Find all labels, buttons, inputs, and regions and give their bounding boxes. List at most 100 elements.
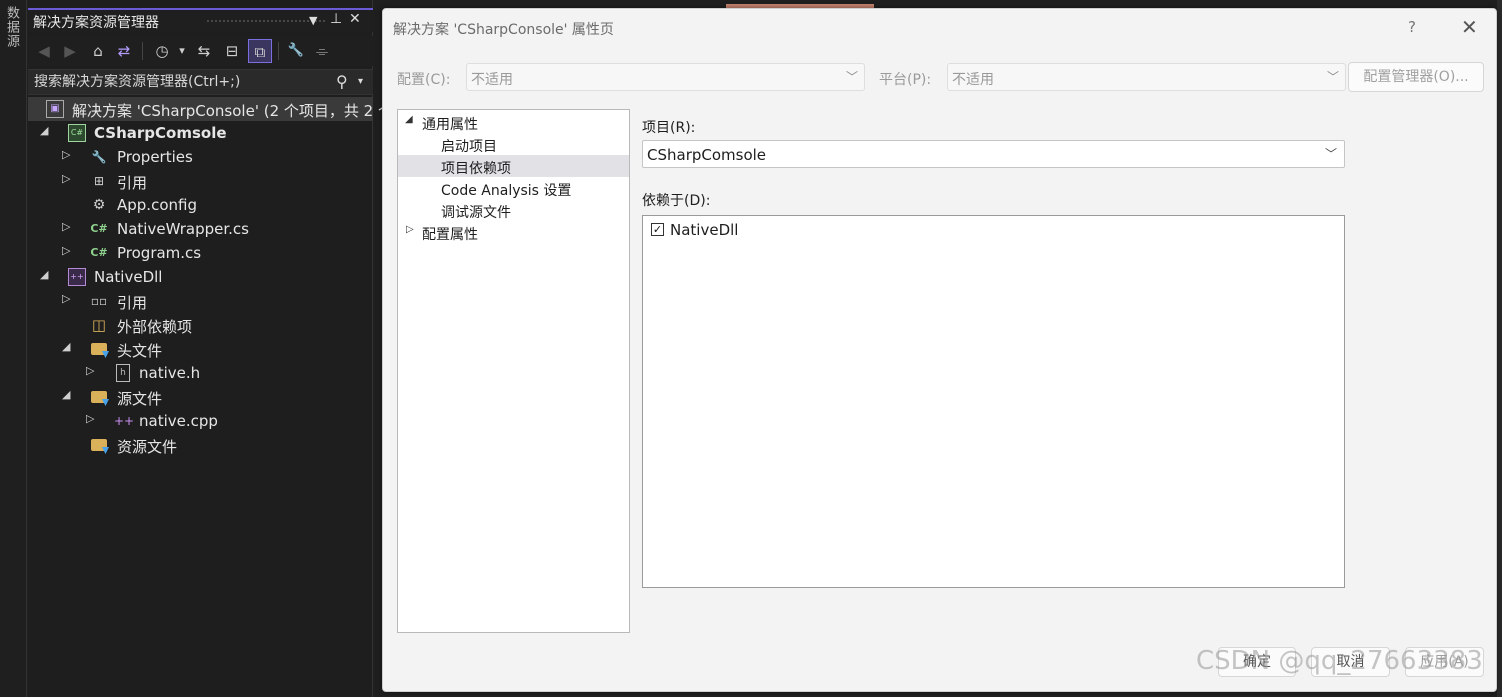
nav-item-label: 调试源文件	[441, 205, 511, 221]
show-all-files-icon[interactable]: ⧉	[248, 39, 272, 63]
panel-title: 解决方案资源管理器	[33, 15, 159, 31]
back-icon[interactable]: ◀	[32, 39, 56, 63]
dependency-checkbox[interactable]: ✓	[651, 223, 664, 236]
nav-item-label: 通用属性	[422, 117, 478, 133]
dependency-list: ✓ NativeDll	[642, 215, 1345, 588]
collapsed-arrow-icon[interactable]: ▷	[86, 364, 98, 377]
tree-item-source-files[interactable]: ◢ 源文件	[28, 385, 373, 409]
expanded-arrow-icon[interactable]: ◢	[62, 340, 74, 353]
references-icon: ▫▫	[90, 294, 108, 308]
help-icon[interactable]: ?	[1408, 18, 1416, 36]
switch-views-icon[interactable]: ⇄	[112, 39, 136, 63]
tree-item-label: Program.cs	[117, 244, 202, 262]
nav-item-label: 项目依赖项	[441, 161, 511, 177]
tree-item-label: 引用	[117, 294, 148, 312]
nav-item-startup-project[interactable]: 启动项目	[398, 133, 629, 155]
platform-select[interactable]: 不适用 ﹀	[947, 63, 1346, 91]
tree-item-header-files[interactable]: ◢ 头文件	[28, 337, 373, 361]
tree-item-label: NativeDll	[94, 268, 163, 286]
solution-explorer-search: ⚲ ▾	[28, 69, 373, 95]
tree-item-resource-files[interactable]: 资源文件	[28, 433, 373, 457]
project-label: 项目(R):	[642, 120, 696, 136]
expanded-arrow-icon[interactable]: ◢	[62, 388, 74, 401]
close-icon[interactable]: ✕	[349, 11, 361, 27]
nav-item-code-analysis[interactable]: Code Analysis 设置	[398, 177, 629, 199]
search-icon[interactable]: ⚲	[336, 72, 348, 91]
solution-explorer-panel: 解决方案资源管理器 ▼ ⊥ ✕ ◀ ▶ ⌂ ⇄ ◷ ▾ ⇆ ⊟ ⧉ 🔧 ⌯ ⚲ …	[28, 0, 399, 697]
tree-item-native-cpp[interactable]: ▷ ++ native.cpp	[28, 409, 373, 433]
tree-item-properties[interactable]: ▷ 🔧 Properties	[28, 145, 373, 169]
cpp-file-icon: ++	[114, 414, 135, 428]
wrench-icon: 🔧	[91, 150, 107, 164]
wrench-icon[interactable]: 🔧	[284, 39, 308, 63]
nav-item-debug-source-files[interactable]: 调试源文件	[398, 199, 629, 221]
tree-item-native-h[interactable]: ▷ h native.h	[28, 361, 373, 385]
expanded-arrow-icon[interactable]: ◢	[40, 268, 52, 281]
config-manager-button[interactable]: 配置管理器(O)...	[1348, 62, 1484, 92]
solution-explorer-titlebar: 解决方案资源管理器 ▼ ⊥ ✕	[28, 8, 373, 32]
drag-grip[interactable]	[206, 19, 326, 24]
solution-icon: ▣	[46, 100, 64, 118]
nav-item-label: 启动项目	[441, 139, 497, 155]
collapsed-arrow-icon[interactable]: ▷	[62, 148, 74, 161]
filter-folder-icon	[91, 343, 107, 355]
platform-value: 不适用	[952, 72, 994, 88]
tree-item-app-config[interactable]: ⚙ App.config	[28, 193, 373, 217]
tree-item-label: 头文件	[117, 342, 163, 360]
close-icon[interactable]: ✕	[1461, 15, 1478, 39]
datasource-tab[interactable]: 数据源	[2, 6, 21, 48]
toolbar-separator	[278, 42, 279, 60]
chevron-down-icon: ﹀	[845, 70, 858, 84]
dialog-title: 解决方案 'CSharpConsole' 属性页	[393, 22, 614, 38]
tree-item-label: NativeWrapper.cs	[117, 220, 249, 238]
tree-item-external-dependencies[interactable]: ◫ 外部依赖项	[28, 313, 373, 337]
tree-item-nativewrapper[interactable]: ▷ C# NativeWrapper.cs	[28, 217, 373, 241]
project-value: CSharpComsole	[647, 146, 767, 164]
project-select[interactable]: CSharpComsole ﹀	[642, 140, 1345, 168]
history-chevron-down-icon[interactable]: ▾	[170, 39, 194, 63]
expanded-arrow-icon[interactable]: ◢	[40, 124, 52, 137]
tree-item-project-nativedll[interactable]: ◢ ++ NativeDll	[28, 265, 373, 289]
collapsed-arrow-icon[interactable]: ▷	[62, 220, 74, 233]
tree-item-program[interactable]: ▷ C# Program.cs	[28, 241, 373, 265]
tree-item-references[interactable]: ▷ ▫▫ 引用	[28, 289, 373, 313]
collapsed-arrow-icon[interactable]: ▷	[62, 172, 74, 185]
nav-item-configuration-properties[interactable]: ▷ 配置属性	[398, 221, 629, 243]
watermark: CSDN @qq_27663383	[1196, 646, 1483, 676]
nav-item-common-properties[interactable]: ◢ 通用属性	[398, 111, 629, 133]
chevron-down-icon: ﹀	[1324, 147, 1337, 161]
config-select[interactable]: 不适用 ﹀	[466, 63, 865, 91]
tree-item-solution[interactable]: ▣ 解决方案 'CSharpConsole' (2 个项目，共 2 个)	[28, 97, 399, 121]
expanded-arrow-icon[interactable]: ◢	[405, 114, 413, 125]
editor-tab-strip	[382, 0, 1502, 8]
tree-item-label: CSharpComsole	[94, 124, 227, 142]
sync-icon[interactable]: ⇆	[192, 39, 216, 63]
references-icon: ⊞	[93, 174, 105, 188]
tree-item-project-csharp[interactable]: ◢ C# CSharpComsole	[28, 121, 373, 145]
search-input[interactable]	[34, 74, 334, 90]
collapsed-arrow-icon[interactable]: ▷	[62, 292, 74, 305]
nav-item-label: 配置属性	[422, 227, 478, 243]
nav-item-project-dependencies[interactable]: 项目依赖项	[398, 155, 629, 177]
tree-item-label: 引用	[117, 174, 148, 192]
home-icon[interactable]: ⌂	[86, 39, 110, 63]
pin-icon[interactable]: ⊥	[330, 11, 342, 27]
forward-icon[interactable]: ▶	[58, 39, 82, 63]
csharp-project-icon: C#	[68, 124, 86, 142]
collapsed-arrow-icon[interactable]: ▷	[406, 224, 414, 235]
nav-item-label: Code Analysis 设置	[441, 183, 572, 199]
cpp-project-icon: ++	[68, 268, 86, 286]
tree-item-label: 外部依赖项	[117, 318, 193, 336]
solution-tree: ▣ 解决方案 'CSharpConsole' (2 个项目，共 2 个) ◢ C…	[28, 97, 399, 457]
csharp-file-icon: C#	[90, 246, 108, 259]
collapsed-arrow-icon[interactable]: ▷	[62, 244, 74, 257]
preview-icon[interactable]: ⌯	[310, 39, 334, 63]
collapse-all-icon[interactable]: ⊟	[220, 39, 244, 63]
tree-item-references[interactable]: ▷ ⊞ 引用	[28, 169, 373, 193]
filter-folder-icon	[91, 439, 107, 451]
search-options-chevron-down-icon[interactable]: ▾	[358, 76, 363, 87]
panel-menu-chevron-down-icon[interactable]: ▼	[309, 14, 317, 27]
config-value: 不适用	[471, 72, 513, 88]
tree-item-label: 源文件	[117, 390, 163, 408]
collapsed-arrow-icon[interactable]: ▷	[86, 412, 98, 425]
